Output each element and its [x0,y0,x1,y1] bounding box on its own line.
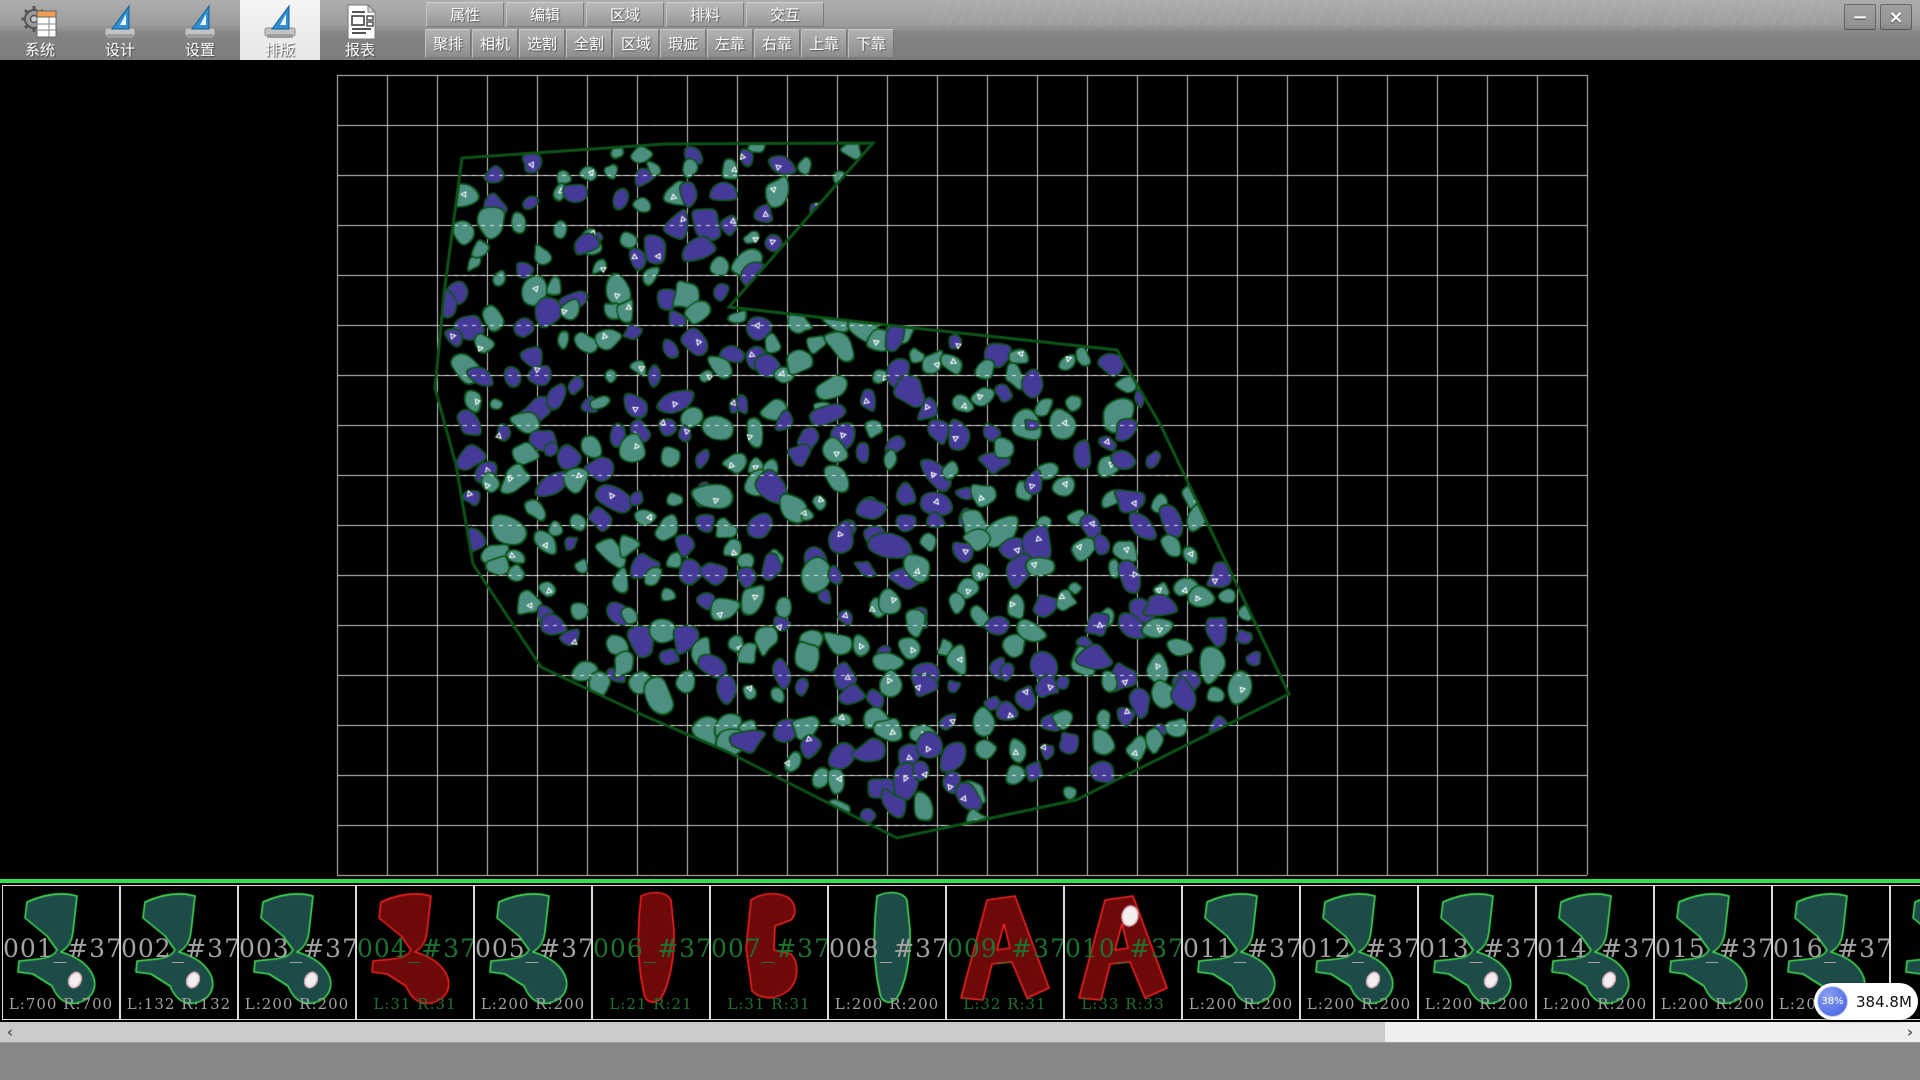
piece-thumbnail[interactable]: 009_#37L:32 R:31 [946,885,1064,1020]
piece-thumbnail-shape [947,886,1063,1019]
piece-thumbnail-shape [1419,886,1535,1019]
piece-thumbnail[interactable]: 010_#37L:33 R:33 [1064,885,1182,1020]
status-bar [0,1042,1920,1080]
piece-thumbnail-shape [829,886,945,1019]
minimize-button[interactable]: − [1844,4,1876,30]
app-buttons: 系统 设计 [0,0,400,60]
piece-thumbnail-strip: 001_#37L:700 R:700002_#37L:132 R:132003_… [0,883,1920,1022]
tool-defect[interactable]: 瑕疵 [660,29,706,58]
piece-thumbnail-shape [1537,886,1653,1019]
memory-usage-label: 384.8M [1856,983,1912,1020]
piece-thumbnail-shape [593,886,709,1019]
scroll-left-arrow-icon[interactable]: ‹ [0,1022,20,1042]
piece-thumbnail[interactable]: 007_#37L:31 R:31 [710,885,828,1020]
app-button-settings[interactable]: 设置 [160,0,240,60]
piece-thumbnail[interactable]: 006_#37L:21 R:21 [592,885,710,1020]
app-button-layout-active[interactable]: 排版 [240,0,320,60]
tool-cut-all[interactable]: 全割 [566,29,612,58]
toolbar: 系统 设计 [0,0,1920,60]
report-icon [341,2,379,42]
tool-select-cut[interactable]: 选割 [519,29,565,58]
memory-percent-indicator: 38% [1817,986,1848,1017]
piece-thumbnail[interactable]: 015_#37L:200 R:200 [1654,885,1772,1020]
tool-align-left[interactable]: 左靠 [707,29,753,58]
piece-thumbnail[interactable]: 005_#37L:200 R:200 [474,885,592,1020]
nesting-app-window: 系统 设计 [0,0,1920,1080]
system-icon [21,2,59,42]
app-button-system[interactable]: 系统 [0,0,80,60]
piece-thumbnail-shape [3,886,119,1019]
scrollbar-thumb[interactable] [0,1022,1385,1042]
nesting-canvas[interactable] [0,60,1920,879]
tool-align-right[interactable]: 右靠 [754,29,800,58]
piece-thumbnail-shape [239,886,355,1019]
menu-region[interactable]: 区域 [586,2,664,27]
horizontal-scrollbar: ‹ › [0,1022,1920,1042]
tool-align-top[interactable]: 上靠 [801,29,847,58]
nesting-workspace [0,60,1920,879]
piece-thumbnail-shape [711,886,827,1019]
piece-thumbnail[interactable]: 014_#37L:200 R:200 [1536,885,1654,1020]
piece-thumbnail[interactable]: 002_#37L:132 R:132 [120,885,238,1020]
menu-interaction[interactable]: 交互 [746,2,824,27]
window-controls: − × [1844,4,1912,30]
piece-thumbnail-shape [1301,886,1417,1019]
piece-thumbnail-shape [1183,886,1299,1019]
app-button-report[interactable]: 报表 [320,0,400,60]
tool-cluster-nest[interactable]: 聚排 [425,29,471,58]
piece-thumbnail[interactable]: 003_#37L:200 R:200 [238,885,356,1020]
menu-bar: 属性 编辑 区域 排料 交互 [426,2,824,27]
piece-thumbnail[interactable]: 012_#37L:200 R:200 [1300,885,1418,1020]
app-button-label: 排版 [265,42,295,58]
app-button-label: 报表 [345,42,375,58]
piece-thumbnail[interactable]: 004_#37L:31 R:31 [356,885,474,1020]
app-button-design[interactable]: 设计 [80,0,160,60]
app-button-label: 设置 [185,42,215,58]
settings-icon [181,2,219,42]
close-button[interactable]: × [1880,4,1912,30]
piece-thumbnail[interactable]: 013_#37L:200 R:200 [1418,885,1536,1020]
tool-align-bottom[interactable]: 下靠 [848,29,894,58]
menu-nesting[interactable]: 排料 [666,2,744,27]
scroll-right-arrow-icon[interactable]: › [1900,1022,1920,1042]
piece-thumbnail[interactable]: 008_#37L:200 R:200 [828,885,946,1020]
menu-edit[interactable]: 编辑 [506,2,584,27]
menu-properties[interactable]: 属性 [426,2,504,27]
tool-bar: 聚排 相机 选割 全割 区域 瑕疵 左靠 右靠 上靠 下靠 [425,29,894,58]
piece-thumbnail-shape [1065,886,1181,1019]
app-button-label: 系统 [25,42,55,58]
piece-thumbnail-shape [475,886,591,1019]
piece-thumbnail[interactable]: 011_#37L:200 R:200 [1182,885,1300,1020]
tool-camera[interactable]: 相机 [472,29,518,58]
layout-icon [261,2,299,42]
design-icon [101,2,139,42]
piece-thumbnail-shape [1655,886,1771,1019]
piece-thumbnail-shape [121,886,237,1019]
piece-thumbnail-shape [357,886,473,1019]
app-button-label: 设计 [105,42,135,58]
piece-thumbnail[interactable]: 001_#37L:700 R:700 [2,885,120,1020]
memory-badge: 38% 384.8M [1814,983,1918,1020]
toolbar-texture [930,0,1830,30]
tool-region[interactable]: 区域 [613,29,659,58]
